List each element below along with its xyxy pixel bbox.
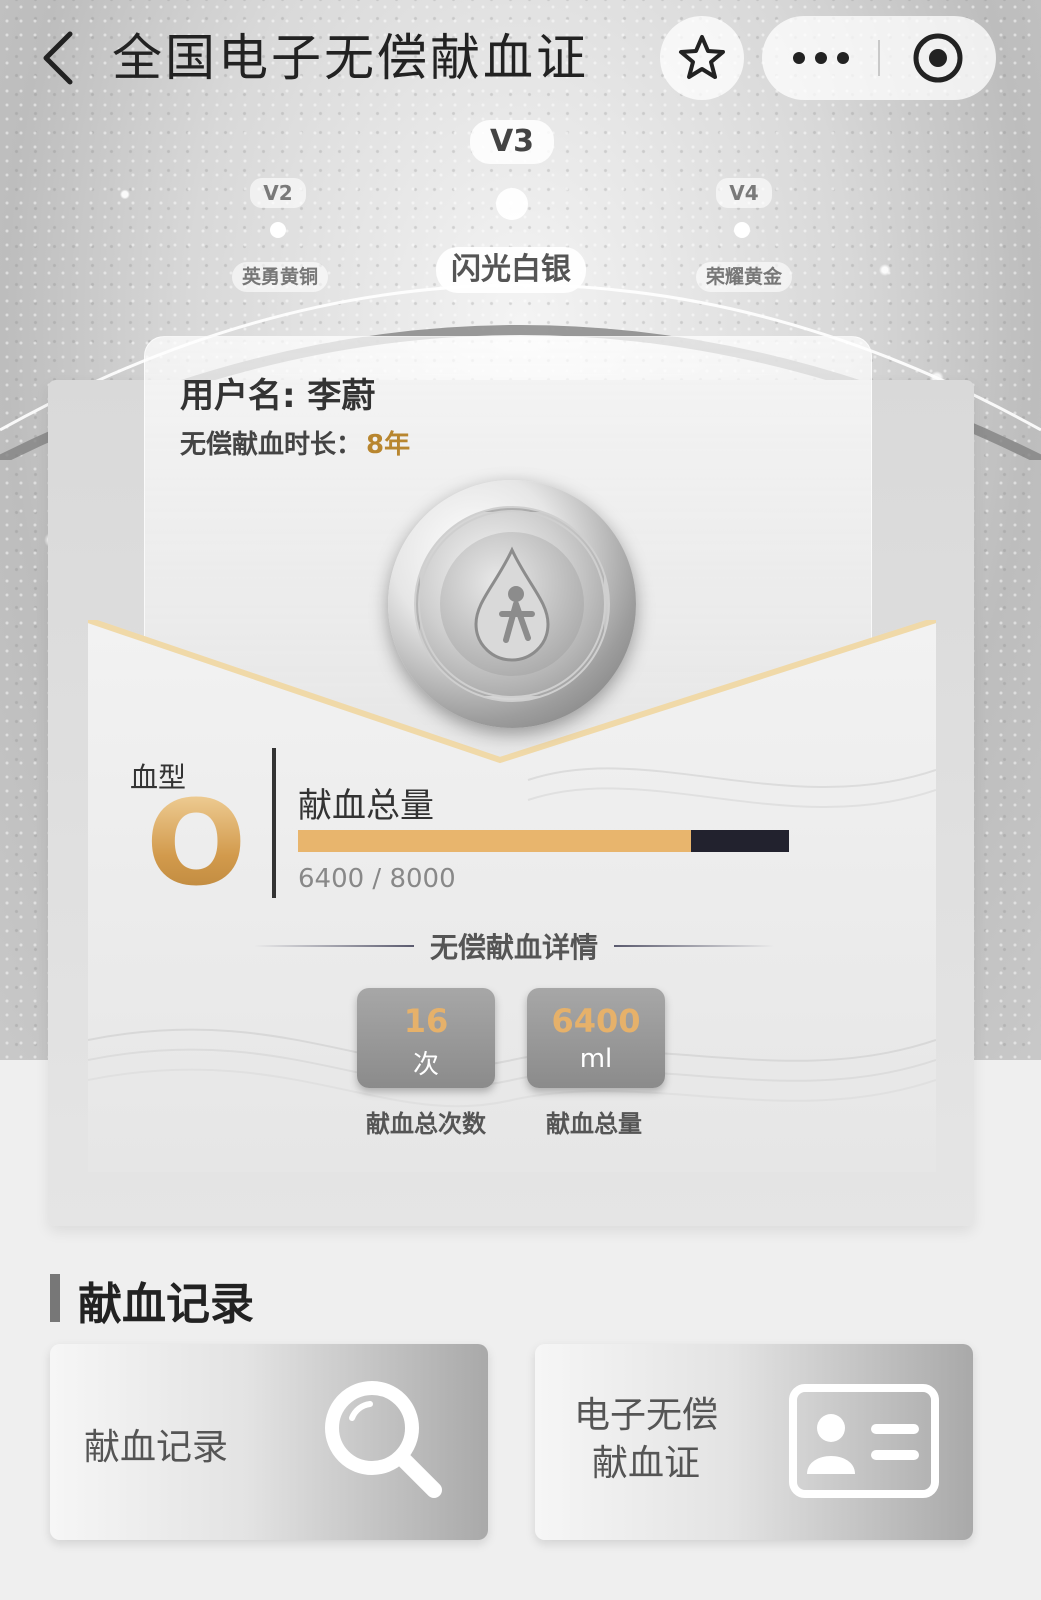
id-card-icon — [789, 1384, 939, 1498]
donation-count-value: 16 — [403, 1002, 449, 1040]
level-v3-tag[interactable]: V3 — [470, 120, 554, 164]
medal-ring — [414, 506, 610, 702]
username: 用户名: 李蔚 — [180, 376, 376, 416]
blood-drop-icon — [474, 546, 550, 662]
details-heading-text: 无偿献血详情 — [430, 931, 599, 964]
top-nav: 全国电子无偿献血证 — [0, 0, 1041, 120]
progress-text: 6400 / 8000 — [298, 864, 456, 894]
favorite-button[interactable] — [660, 16, 744, 100]
level-name-silver[interactable]: 闪光白银 — [436, 247, 586, 293]
donation-records-tile[interactable]: 献血记录 — [50, 1344, 488, 1540]
donation-volume-box: 6400 ml — [527, 988, 665, 1088]
details-heading-line-left — [254, 945, 414, 947]
level-v2-tag[interactable]: V2 — [250, 178, 306, 208]
total-volume-label: 献血总量 — [298, 786, 434, 826]
blood-type-divider — [272, 748, 276, 898]
duration-value: 8年 — [366, 430, 411, 460]
e-certificate-tile[interactable]: 电子无偿献血证 — [535, 1344, 973, 1540]
level-name-bronze[interactable]: 英勇黄铜 — [232, 262, 328, 292]
progress-fill — [298, 830, 691, 852]
details-heading-line-right — [614, 945, 775, 947]
records-section-title: 献血记录 — [78, 1279, 254, 1330]
back-button[interactable] — [30, 28, 86, 88]
level-v4-tag[interactable]: V4 — [716, 178, 772, 208]
level-name-gold[interactable]: 荣耀黄金 — [696, 262, 792, 292]
mini-program-capsule — [762, 16, 996, 100]
close-button[interactable] — [879, 16, 996, 100]
donation-volume-caption: 献血总量 — [546, 1110, 642, 1138]
section-accent-bar — [50, 1274, 60, 1322]
donation-volume-value: 6400 — [551, 1002, 641, 1040]
donation-count-box: 16 次 — [357, 988, 495, 1088]
duration-label: 无偿献血时长： — [180, 430, 363, 460]
donation-volume-unit: ml — [579, 1044, 613, 1074]
details-heading: 无偿献血详情 — [254, 926, 775, 966]
target-circle-icon — [913, 33, 962, 83]
silver-medal — [388, 480, 636, 728]
donation-count-unit: 次 — [412, 1050, 439, 1080]
search-icon — [325, 1381, 442, 1498]
donation-records-label: 献血记录 — [84, 1427, 229, 1468]
more-button[interactable] — [762, 16, 879, 100]
donation-duration: 无偿献血时长： 8年 — [180, 424, 410, 461]
medal-center — [440, 532, 584, 676]
page-title: 全国电子无偿献血证 — [112, 29, 589, 87]
donation-count-caption: 献血总次数 — [366, 1110, 486, 1138]
donation-progress-bar — [298, 830, 789, 852]
blood-type-value: O — [146, 774, 247, 912]
chevron-left-icon — [43, 31, 73, 85]
more-dots-icon — [792, 52, 849, 64]
star-icon — [679, 35, 725, 79]
e-certificate-label: 电子无偿献血证 — [573, 1395, 718, 1484]
